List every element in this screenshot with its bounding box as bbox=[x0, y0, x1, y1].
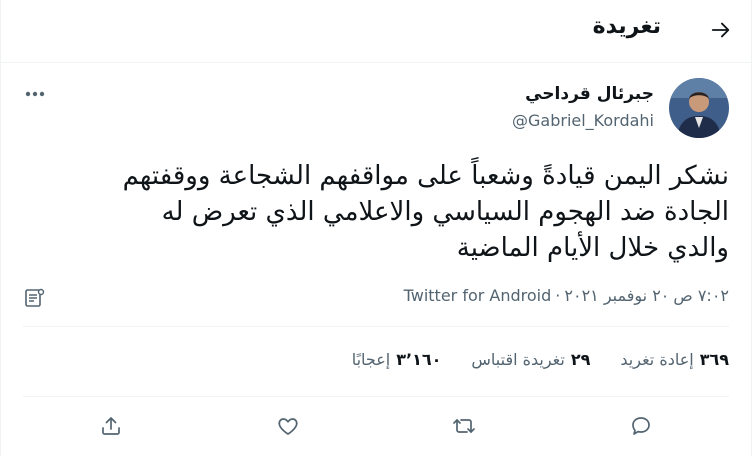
arrow-right-icon bbox=[710, 19, 732, 41]
tweet-text-line: نشكر اليمن قيادةً وشعباً على مواقفهم الش… bbox=[122, 161, 729, 191]
back-button[interactable] bbox=[703, 12, 739, 48]
heart-icon bbox=[276, 414, 300, 438]
likes-label: إعجابًا bbox=[351, 350, 391, 369]
reply-icon bbox=[629, 414, 653, 438]
divider bbox=[23, 326, 729, 327]
retweets-label: إعادة تغريد bbox=[620, 350, 694, 369]
tweet-text-line: والدي خلال الأيام الماضية bbox=[456, 233, 729, 263]
retweet-button[interactable] bbox=[444, 406, 484, 446]
tweet-page: تغريدة جبرئال قرداحي @Gabriel_Kordahi نش… bbox=[0, 0, 752, 456]
like-button[interactable] bbox=[268, 406, 308, 446]
meta-separator: · bbox=[555, 286, 561, 305]
retweets-stat[interactable]: ٣٦٩ إعادة تغريد bbox=[620, 350, 729, 369]
tweet-meta: ٧:٠٢ ص ٢٠ نوفمبر ٢٠٢١ · Twitter for Andr… bbox=[404, 286, 729, 305]
quotes-stat[interactable]: ٢٩ تغريدة اقتباس bbox=[471, 350, 590, 369]
quotes-count: ٢٩ bbox=[570, 350, 591, 369]
divider bbox=[23, 396, 729, 397]
tweet-source[interactable]: Twitter for Android bbox=[404, 286, 552, 305]
tweet-time[interactable]: ٧:٠٢ ص bbox=[673, 286, 729, 305]
action-bar bbox=[23, 404, 729, 448]
retweets-count: ٣٦٩ bbox=[699, 350, 729, 369]
analytics-icon[interactable] bbox=[23, 286, 47, 310]
stats-row: ٣٦٩ إعادة تغريد ٢٩ تغريدة اقتباس ٣٬١٦٠ إ… bbox=[352, 350, 729, 369]
reply-button[interactable] bbox=[621, 406, 661, 446]
author-handle[interactable]: @Gabriel_Kordahi bbox=[512, 111, 654, 130]
tweet-date[interactable]: ٢٠ نوفمبر ٢٠٢١ bbox=[564, 286, 669, 305]
author-name[interactable]: جبرئال قرداحي bbox=[525, 84, 654, 104]
share-icon bbox=[99, 414, 123, 438]
likes-count: ٣٬١٦٠ bbox=[396, 350, 442, 369]
quotes-label: تغريدة اقتباس bbox=[471, 350, 565, 369]
header-bar: تغريدة bbox=[1, 0, 752, 63]
likes-stat[interactable]: ٣٬١٦٠ إعجابًا bbox=[352, 350, 442, 369]
tweet-text-line: الجادة ضد الهجوم السياسي والاعلامي الذي … bbox=[161, 197, 729, 227]
page-title: تغريدة bbox=[592, 14, 661, 39]
retweet-icon bbox=[451, 414, 477, 438]
share-button[interactable] bbox=[91, 406, 131, 446]
more-button[interactable] bbox=[21, 84, 49, 104]
tweet-text: نشكر اليمن قيادةً وشعباً على مواقفهم الش… bbox=[23, 158, 729, 266]
more-dots-icon bbox=[25, 91, 45, 97]
avatar[interactable] bbox=[669, 78, 729, 138]
